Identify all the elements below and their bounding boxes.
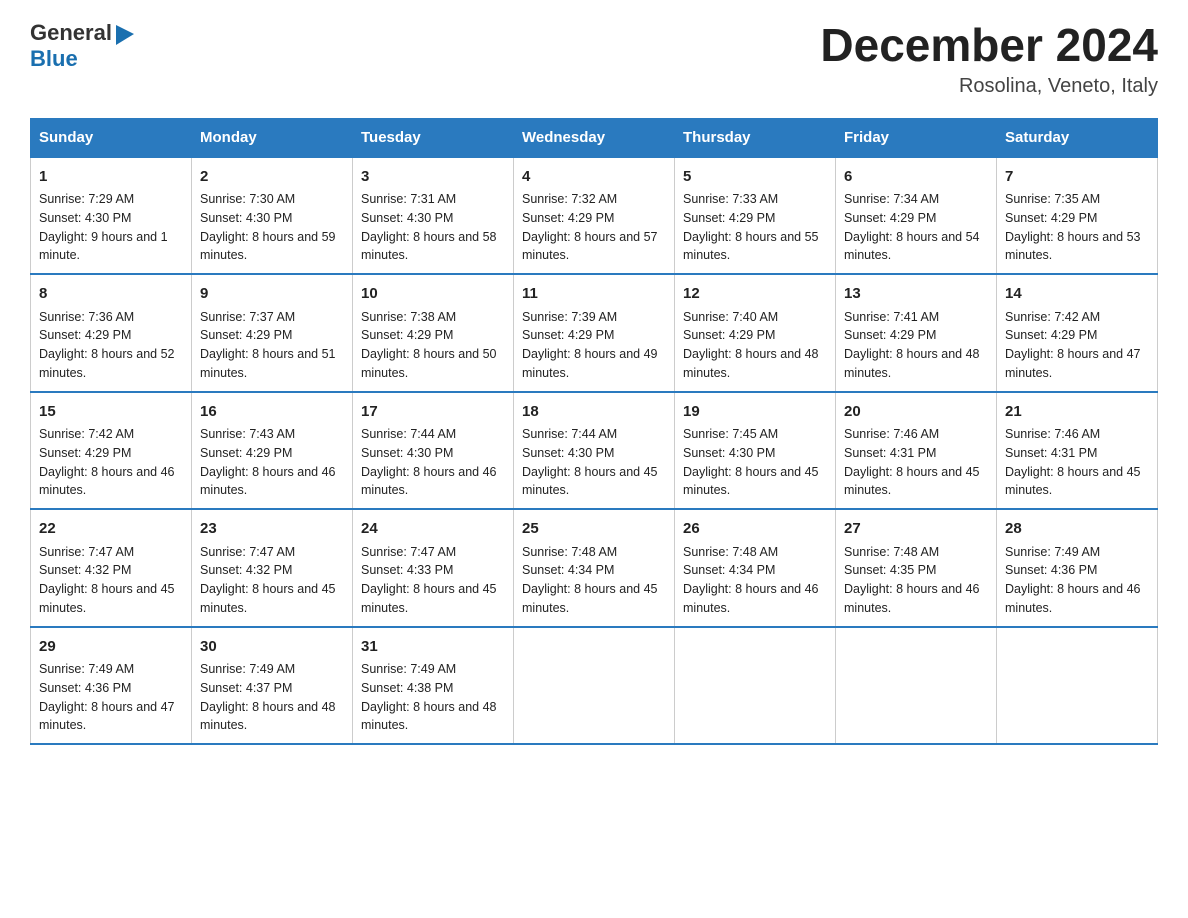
day-number: 22 bbox=[39, 518, 183, 541]
day-number: 6 bbox=[844, 166, 988, 189]
week-row-5: 29Sunrise: 7:49 AMSunset: 4:36 PMDayligh… bbox=[31, 627, 1158, 745]
table-cell: 20Sunrise: 7:46 AMSunset: 4:31 PMDayligh… bbox=[836, 392, 997, 510]
day-number: 13 bbox=[844, 283, 988, 306]
day-number: 12 bbox=[683, 283, 827, 306]
day-number: 2 bbox=[200, 166, 344, 189]
day-number: 27 bbox=[844, 518, 988, 541]
week-row-3: 15Sunrise: 7:42 AMSunset: 4:29 PMDayligh… bbox=[31, 392, 1158, 510]
header-wednesday: Wednesday bbox=[514, 118, 675, 157]
day-number: 1 bbox=[39, 166, 183, 189]
table-cell: 8Sunrise: 7:36 AMSunset: 4:29 PMDaylight… bbox=[31, 274, 192, 392]
header-monday: Monday bbox=[192, 118, 353, 157]
table-cell: 14Sunrise: 7:42 AMSunset: 4:29 PMDayligh… bbox=[997, 274, 1158, 392]
table-cell: 3Sunrise: 7:31 AMSunset: 4:30 PMDaylight… bbox=[353, 157, 514, 275]
table-cell: 24Sunrise: 7:47 AMSunset: 4:33 PMDayligh… bbox=[353, 509, 514, 627]
table-cell: 25Sunrise: 7:48 AMSunset: 4:34 PMDayligh… bbox=[514, 509, 675, 627]
table-cell bbox=[997, 627, 1158, 745]
day-number: 17 bbox=[361, 401, 505, 424]
day-number: 31 bbox=[361, 636, 505, 659]
day-number: 14 bbox=[1005, 283, 1149, 306]
day-number: 10 bbox=[361, 283, 505, 306]
table-cell: 22Sunrise: 7:47 AMSunset: 4:32 PMDayligh… bbox=[31, 509, 192, 627]
week-row-2: 8Sunrise: 7:36 AMSunset: 4:29 PMDaylight… bbox=[31, 274, 1158, 392]
day-number: 3 bbox=[361, 166, 505, 189]
table-cell: 29Sunrise: 7:49 AMSunset: 4:36 PMDayligh… bbox=[31, 627, 192, 745]
day-number: 4 bbox=[522, 166, 666, 189]
table-cell: 19Sunrise: 7:45 AMSunset: 4:30 PMDayligh… bbox=[675, 392, 836, 510]
table-cell bbox=[675, 627, 836, 745]
table-cell: 15Sunrise: 7:42 AMSunset: 4:29 PMDayligh… bbox=[31, 392, 192, 510]
table-cell: 26Sunrise: 7:48 AMSunset: 4:34 PMDayligh… bbox=[675, 509, 836, 627]
day-number: 9 bbox=[200, 283, 344, 306]
day-number: 30 bbox=[200, 636, 344, 659]
calendar-table: Sunday Monday Tuesday Wednesday Thursday… bbox=[30, 118, 1158, 746]
table-cell: 5Sunrise: 7:33 AMSunset: 4:29 PMDaylight… bbox=[675, 157, 836, 275]
table-cell: 1Sunrise: 7:29 AMSunset: 4:30 PMDaylight… bbox=[31, 157, 192, 275]
day-number: 25 bbox=[522, 518, 666, 541]
header-saturday: Saturday bbox=[997, 118, 1158, 157]
table-cell: 2Sunrise: 7:30 AMSunset: 4:30 PMDaylight… bbox=[192, 157, 353, 275]
logo-general-text: General bbox=[30, 20, 112, 46]
weekday-header-row: Sunday Monday Tuesday Wednesday Thursday… bbox=[31, 118, 1158, 157]
logo-blue-text: Blue bbox=[30, 46, 78, 71]
day-number: 21 bbox=[1005, 401, 1149, 424]
week-row-4: 22Sunrise: 7:47 AMSunset: 4:32 PMDayligh… bbox=[31, 509, 1158, 627]
table-cell: 10Sunrise: 7:38 AMSunset: 4:29 PMDayligh… bbox=[353, 274, 514, 392]
location-subtitle: Rosolina, Veneto, Italy bbox=[820, 75, 1158, 98]
table-cell bbox=[514, 627, 675, 745]
day-number: 11 bbox=[522, 283, 666, 306]
day-number: 20 bbox=[844, 401, 988, 424]
day-number: 28 bbox=[1005, 518, 1149, 541]
logo-triangle-icon bbox=[114, 23, 136, 45]
header-friday: Friday bbox=[836, 118, 997, 157]
table-cell: 7Sunrise: 7:35 AMSunset: 4:29 PMDaylight… bbox=[997, 157, 1158, 275]
table-cell: 11Sunrise: 7:39 AMSunset: 4:29 PMDayligh… bbox=[514, 274, 675, 392]
month-title: December 2024 bbox=[820, 20, 1158, 71]
table-cell: 12Sunrise: 7:40 AMSunset: 4:29 PMDayligh… bbox=[675, 274, 836, 392]
table-cell: 23Sunrise: 7:47 AMSunset: 4:32 PMDayligh… bbox=[192, 509, 353, 627]
day-number: 26 bbox=[683, 518, 827, 541]
table-cell bbox=[836, 627, 997, 745]
table-cell: 16Sunrise: 7:43 AMSunset: 4:29 PMDayligh… bbox=[192, 392, 353, 510]
table-cell: 31Sunrise: 7:49 AMSunset: 4:38 PMDayligh… bbox=[353, 627, 514, 745]
title-area: December 2024 Rosolina, Veneto, Italy bbox=[820, 20, 1158, 98]
day-number: 16 bbox=[200, 401, 344, 424]
day-number: 29 bbox=[39, 636, 183, 659]
table-cell: 9Sunrise: 7:37 AMSunset: 4:29 PMDaylight… bbox=[192, 274, 353, 392]
table-cell: 13Sunrise: 7:41 AMSunset: 4:29 PMDayligh… bbox=[836, 274, 997, 392]
header-thursday: Thursday bbox=[675, 118, 836, 157]
day-number: 15 bbox=[39, 401, 183, 424]
table-cell: 17Sunrise: 7:44 AMSunset: 4:30 PMDayligh… bbox=[353, 392, 514, 510]
logo: General Blue bbox=[30, 20, 136, 72]
table-cell: 18Sunrise: 7:44 AMSunset: 4:30 PMDayligh… bbox=[514, 392, 675, 510]
table-cell: 21Sunrise: 7:46 AMSunset: 4:31 PMDayligh… bbox=[997, 392, 1158, 510]
page-header: General Blue December 2024 Rosolina, Ven… bbox=[30, 20, 1158, 98]
day-number: 24 bbox=[361, 518, 505, 541]
header-sunday: Sunday bbox=[31, 118, 192, 157]
day-number: 7 bbox=[1005, 166, 1149, 189]
header-tuesday: Tuesday bbox=[353, 118, 514, 157]
table-cell: 30Sunrise: 7:49 AMSunset: 4:37 PMDayligh… bbox=[192, 627, 353, 745]
week-row-1: 1Sunrise: 7:29 AMSunset: 4:30 PMDaylight… bbox=[31, 157, 1158, 275]
day-number: 5 bbox=[683, 166, 827, 189]
table-cell: 28Sunrise: 7:49 AMSunset: 4:36 PMDayligh… bbox=[997, 509, 1158, 627]
day-number: 19 bbox=[683, 401, 827, 424]
day-number: 18 bbox=[522, 401, 666, 424]
table-cell: 6Sunrise: 7:34 AMSunset: 4:29 PMDaylight… bbox=[836, 157, 997, 275]
day-number: 23 bbox=[200, 518, 344, 541]
day-number: 8 bbox=[39, 283, 183, 306]
table-cell: 27Sunrise: 7:48 AMSunset: 4:35 PMDayligh… bbox=[836, 509, 997, 627]
table-cell: 4Sunrise: 7:32 AMSunset: 4:29 PMDaylight… bbox=[514, 157, 675, 275]
